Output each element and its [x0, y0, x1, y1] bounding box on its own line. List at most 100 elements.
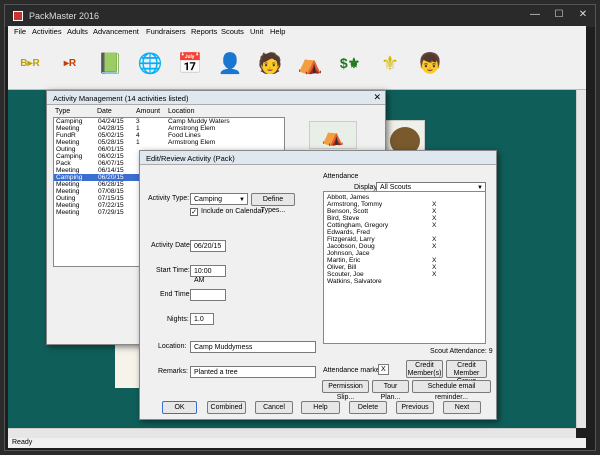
list-item[interactable]: Oliver, Bill X: [324, 264, 484, 271]
main-horizontal-scrollbar[interactable]: [8, 428, 576, 438]
scout-name: Fitzgerald, Larry: [327, 236, 375, 243]
list-item[interactable]: Scouter, Joe X: [324, 271, 484, 278]
leader-icon[interactable]: 👤: [212, 44, 248, 82]
attendance-mark: X: [432, 271, 437, 278]
define-types-button[interactable]: Define Types...: [251, 193, 295, 214]
close-button[interactable]: ✕: [571, 5, 595, 25]
activity-type-value: Camping: [194, 196, 223, 203]
table-row[interactable]: Meeting 05/28/15 1 Armstrong Elem: [54, 139, 284, 146]
scout-icon[interactable]: 👦: [412, 44, 448, 82]
list-item[interactable]: Armstrong, Tommy X: [324, 201, 484, 208]
list-item[interactable]: Fitzgerald, Larry X: [324, 236, 484, 243]
end-time-label: End Time:: [160, 291, 192, 298]
table-cell: 07/22/15: [98, 202, 124, 209]
menu-activities[interactable]: Activities: [32, 27, 62, 36]
list-item[interactable]: Cottingham, Gregory X: [324, 222, 484, 229]
table-cell: Outing: [56, 146, 76, 153]
globe-icon[interactable]: 🌐: [132, 44, 168, 82]
close-icon[interactable]: ✕: [373, 92, 381, 103]
column-location[interactable]: Location: [168, 108, 194, 115]
location-field[interactable]: Camp Muddymess: [190, 341, 316, 353]
attendance-list[interactable]: Abbott, James Armstrong, Tommy X Benson, Sc…: [323, 191, 486, 344]
menu-advancement[interactable]: Advancement: [93, 27, 139, 36]
attendance-marker-field[interactable]: X: [378, 364, 389, 375]
main-vertical-scrollbar[interactable]: [576, 90, 586, 428]
previous-button[interactable]: Previous: [396, 401, 434, 414]
adult-icon[interactable]: 🧑: [252, 44, 288, 82]
maximize-button[interactable]: ☐: [547, 5, 571, 25]
table-cell: 06/28/15: [98, 181, 124, 188]
list-item[interactable]: Johnson, Jace: [324, 250, 484, 257]
list-item[interactable]: Martin, Eric X: [324, 257, 484, 264]
credit-group-button[interactable]: Credit Member Group: [446, 360, 487, 385]
credit-group-line1: Credit: [457, 362, 476, 369]
scout-name: Cottingham, Gregory: [327, 222, 389, 229]
attendance-mark: X: [432, 264, 437, 271]
table-cell: Meeting: [56, 202, 80, 209]
menu-fundraisers[interactable]: Fundraisers: [146, 27, 186, 36]
notebook-icon[interactable]: 📗: [92, 44, 128, 82]
list-item[interactable]: Watkins, Salvatore: [324, 278, 484, 285]
table-row[interactable]: FundR 05/02/15 4 Food Lines: [54, 132, 284, 139]
permission-slip-button[interactable]: Permission Slip...: [322, 380, 369, 401]
activity-date-field[interactable]: 06/20/15: [190, 240, 226, 252]
include-calendar-label: Include on Calendar: [201, 208, 264, 215]
attendance-marker-label: Attendance marker:: [323, 367, 385, 374]
import-data-icon[interactable]: ▸R: [52, 44, 88, 82]
table-cell: 07/29/15: [98, 209, 124, 216]
attendance-mark: X: [432, 215, 437, 222]
scout-name: Abbott, James: [327, 194, 370, 201]
attendance-mark: X: [432, 201, 437, 208]
tent-icon[interactable]: ⛺: [292, 44, 328, 82]
column-date[interactable]: Date: [97, 108, 112, 115]
table-cell: 1: [136, 139, 140, 146]
table-cell: 06/02/15: [98, 153, 124, 160]
table-cell: FundR: [56, 132, 76, 139]
email-reminder-button[interactable]: Schedule email reminder...: [412, 380, 491, 401]
list-item[interactable]: Benson, Scott X: [324, 208, 484, 215]
list-item[interactable]: Jacobson, Doug X: [324, 243, 484, 250]
list-item[interactable]: Edwards, Fred: [324, 229, 484, 236]
table-cell: 04/24/15: [98, 118, 124, 125]
help-button[interactable]: Help: [301, 401, 340, 414]
nights-field[interactable]: 1.0: [190, 313, 214, 325]
tour-plan-button[interactable]: Tour Plan...: [372, 380, 409, 401]
minimize-button[interactable]: —: [523, 5, 547, 25]
calendar-icon[interactable]: 📅: [172, 44, 208, 82]
remarks-field[interactable]: Planted a tree: [190, 366, 316, 378]
delete-button[interactable]: Delete: [349, 401, 387, 414]
list-item[interactable]: Abbott, James: [324, 194, 484, 201]
fleur-de-lis-icon[interactable]: ⚜: [372, 44, 408, 82]
combined-button[interactable]: Combined: [207, 401, 246, 414]
attendance-mark: X: [432, 257, 437, 264]
scout-name: Watkins, Salvatore: [327, 278, 382, 285]
menu-file[interactable]: File: [14, 27, 26, 36]
start-time-field[interactable]: 10:00 AM: [190, 265, 226, 284]
next-button[interactable]: Next: [443, 401, 481, 414]
menu-scouts[interactable]: Scouts: [221, 27, 244, 36]
table-cell: 06/20/15: [98, 174, 124, 181]
end-time-field[interactable]: [190, 289, 226, 301]
menu-unit[interactable]: Unit: [250, 27, 263, 36]
list-item[interactable]: Bird, Steve X: [324, 215, 484, 222]
menu-reports[interactable]: Reports: [191, 27, 217, 36]
table-row[interactable]: Meeting 04/28/15 1 Armstrong Elem: [54, 125, 284, 132]
table-cell: Camping: [56, 153, 83, 160]
credit-members-button[interactable]: Credit Member(s): [406, 360, 443, 378]
scout-name: Scouter, Joe: [327, 271, 364, 278]
menu-adults[interactable]: Adults: [67, 27, 88, 36]
money-fleur-icon[interactable]: $⚜: [332, 44, 368, 82]
import-export-icon[interactable]: B▸R: [12, 44, 48, 82]
scout-name: Johnson, Jace: [327, 250, 370, 257]
include-calendar-checkbox[interactable]: ✓: [190, 208, 198, 216]
column-amount[interactable]: Amount: [136, 108, 160, 115]
menu-help[interactable]: Help: [270, 27, 285, 36]
table-row[interactable]: Camping 04/24/15 3 Camp Muddy Waters: [54, 118, 284, 125]
activity-type-label: Activity Type:: [148, 195, 190, 202]
column-type[interactable]: Type: [55, 108, 70, 115]
tent-icon: ⛺: [309, 121, 357, 149]
scout-name: Martin, Eric: [327, 257, 361, 264]
activity-type-select[interactable]: Camping ▼: [190, 193, 248, 205]
ok-button[interactable]: OK: [162, 401, 197, 414]
cancel-button[interactable]: Cancel: [255, 401, 293, 414]
